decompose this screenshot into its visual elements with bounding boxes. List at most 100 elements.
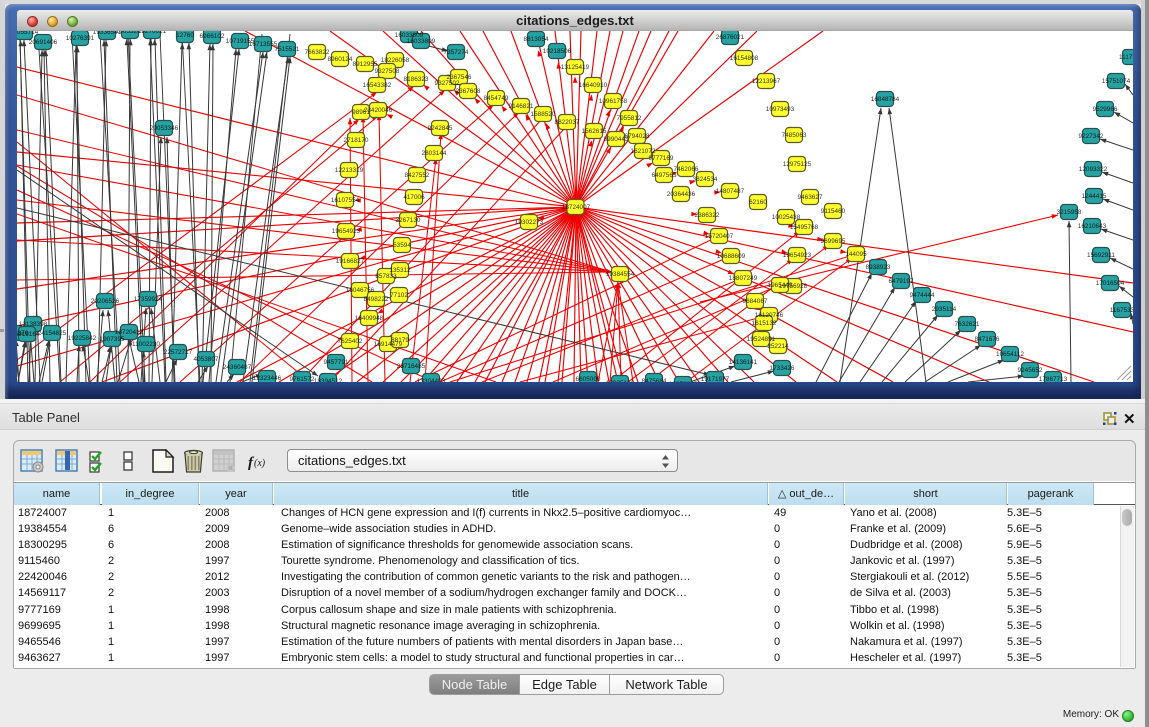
svg-text:15692911: 15692911 <box>1087 252 1115 259</box>
svg-text:6605000: 6605000 <box>576 376 601 382</box>
svg-text:9115460: 9115460 <box>821 208 846 215</box>
svg-text:14807487: 14807487 <box>716 188 745 195</box>
svg-text:6479197: 6479197 <box>889 278 914 285</box>
svg-text:14136141: 14136141 <box>729 359 758 366</box>
svg-text:16120746: 16120746 <box>755 312 784 319</box>
svg-text:16107554: 16107554 <box>331 197 360 204</box>
svg-text:19654923: 19654923 <box>783 252 812 259</box>
svg-text:15720407: 15720407 <box>705 233 734 240</box>
svg-text:4053807: 4053807 <box>194 356 219 363</box>
svg-text:16154808: 16154808 <box>730 55 759 62</box>
svg-text:8427552: 8427552 <box>405 172 430 179</box>
svg-text:7625402: 7625402 <box>338 338 363 345</box>
svg-text:16543382: 16543382 <box>363 82 392 89</box>
svg-text:19302273: 19302273 <box>515 219 544 226</box>
svg-text:88179: 88179 <box>391 337 409 344</box>
svg-text:252214: 252214 <box>767 343 789 350</box>
svg-text:7485063: 7485063 <box>782 132 807 139</box>
svg-text:1117755: 1117755 <box>1119 54 1133 61</box>
svg-text:16640910: 16640910 <box>579 82 608 89</box>
svg-text:77102: 77102 <box>390 292 408 299</box>
svg-text:1167533: 1167533 <box>1110 307 1133 314</box>
svg-text:9327508: 9327508 <box>375 68 400 75</box>
svg-text:15276021: 15276021 <box>138 31 167 35</box>
svg-text:8960124: 8960124 <box>328 56 353 63</box>
svg-text:12323446: 12323446 <box>253 375 282 382</box>
svg-text:12975125: 12975125 <box>783 161 812 168</box>
svg-text:1244415: 1244415 <box>1082 193 1107 200</box>
svg-text:8471676: 8471676 <box>975 336 1000 343</box>
svg-text:9327502: 9327502 <box>435 80 460 87</box>
svg-text:8822037: 8822037 <box>555 119 580 126</box>
svg-text:19654923: 19654923 <box>332 228 361 235</box>
svg-text:53594: 53594 <box>393 242 411 249</box>
svg-text:9146821: 9146821 <box>509 103 534 110</box>
svg-text:1621072: 1621072 <box>631 148 656 155</box>
svg-text:2935114: 2935114 <box>932 306 957 313</box>
svg-text:12760: 12760 <box>176 32 194 39</box>
svg-text:12093322: 12093322 <box>1079 166 1108 173</box>
svg-text:7357274: 7357274 <box>444 49 469 56</box>
svg-text:9245652: 9245652 <box>1018 367 1043 374</box>
svg-text:62160: 62160 <box>749 199 767 206</box>
svg-text:18226058: 18226058 <box>381 57 410 64</box>
svg-text:17359924: 17359924 <box>134 296 163 303</box>
svg-text:9684067: 9684067 <box>743 298 768 305</box>
svg-text:9227342: 9227342 <box>1079 133 1104 140</box>
svg-text:13125419: 13125419 <box>561 64 590 71</box>
svg-text:5919164: 5919164 <box>17 331 40 338</box>
svg-text:24154825: 24154825 <box>38 330 67 337</box>
svg-text:1907395: 1907395 <box>100 336 125 343</box>
svg-text:9463627: 9463627 <box>798 194 823 201</box>
svg-text:9457791: 9457791 <box>324 359 349 366</box>
svg-text:8454749: 8454749 <box>484 95 509 102</box>
svg-text:18724007: 18724007 <box>562 204 591 211</box>
svg-text:20053346: 20053346 <box>150 125 179 132</box>
svg-text:9777169: 9777169 <box>649 155 674 162</box>
svg-text:98961: 98961 <box>352 109 370 116</box>
svg-text:12213967: 12213967 <box>752 78 781 85</box>
svg-text:26876021: 26876021 <box>716 34 745 41</box>
svg-text:19171977: 19171977 <box>701 376 730 382</box>
svg-text:9474444: 9474444 <box>910 292 935 299</box>
svg-text:8912955: 8912955 <box>353 61 378 68</box>
svg-text:10961758: 10961758 <box>599 98 628 105</box>
svg-text:12935182: 12935182 <box>606 380 635 382</box>
svg-text:8475684: 8475684 <box>642 378 667 382</box>
svg-text:12213319: 12213319 <box>335 167 364 174</box>
svg-text:7515521: 7515521 <box>275 46 300 53</box>
svg-text:13304403: 13304403 <box>417 378 446 382</box>
svg-text:20206526: 20206526 <box>91 298 120 305</box>
svg-text:17016504: 17016504 <box>1096 280 1125 287</box>
svg-text:18394512: 18394512 <box>314 378 343 382</box>
svg-text:3824534: 3824534 <box>693 176 718 183</box>
svg-text:7632621: 7632621 <box>955 321 980 328</box>
svg-text:16046756: 16046756 <box>346 287 375 294</box>
svg-text:11002230: 11002230 <box>132 341 160 348</box>
svg-text:20364436: 20364436 <box>667 191 696 198</box>
svg-text:17867713: 17867713 <box>1039 376 1068 382</box>
svg-text:857833: 857833 <box>375 273 397 280</box>
svg-text:9699695: 9699695 <box>821 238 846 245</box>
svg-text:9761572: 9761572 <box>290 376 315 382</box>
svg-text:1615132: 1615132 <box>752 320 777 327</box>
svg-text:19225842: 19225842 <box>68 335 97 342</box>
svg-text:8813054: 8813054 <box>524 36 549 43</box>
svg-text:1588520: 1588520 <box>531 111 556 118</box>
svg-text:8186323: 8186323 <box>404 76 429 83</box>
svg-text:2367608: 2367608 <box>456 88 481 95</box>
svg-text:16848784: 16848784 <box>871 96 900 103</box>
svg-text:10025438: 10025438 <box>772 214 801 221</box>
svg-text:417006: 417006 <box>403 194 425 201</box>
svg-text:8498222: 8498222 <box>364 296 389 303</box>
svg-text:23716485: 23716485 <box>397 363 426 370</box>
svg-text:18720412: 18720412 <box>115 329 144 336</box>
svg-text:7663822: 7663822 <box>305 49 330 56</box>
svg-text:10688609: 10688609 <box>717 253 746 260</box>
svg-text:144095: 144095 <box>845 251 867 258</box>
svg-text:2386322: 2386322 <box>695 212 720 219</box>
svg-text:(x): (x) <box>254 458 266 469</box>
svg-text:3215958: 3215958 <box>1057 209 1082 216</box>
svg-text:10654112: 10654112 <box>996 351 1024 358</box>
svg-text:16713555: 16713555 <box>249 41 278 48</box>
